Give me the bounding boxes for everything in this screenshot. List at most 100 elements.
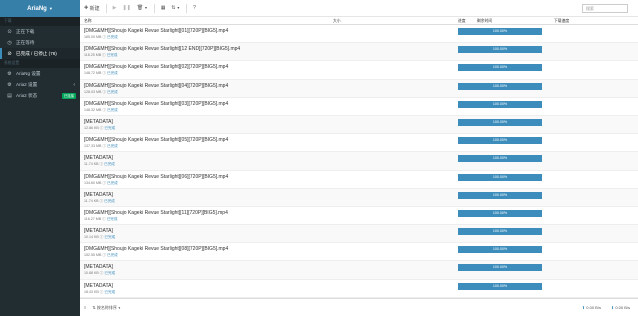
task-name[interactable]: [METADATA] <box>84 283 113 289</box>
nav-waiting[interactable]: ◷ 正在等待 <box>0 37 80 48</box>
column-header-progress[interactable]: 进度 <box>458 19 466 24</box>
task-meta: 10.88 KB ⓘ 已完成 <box>84 271 115 276</box>
task-status-link[interactable]: 已完成 <box>107 181 118 185</box>
progress-fill: 100.00% <box>458 228 542 236</box>
task-name[interactable]: [METADATA] <box>84 228 113 234</box>
task-status-link[interactable]: 已完成 <box>107 217 118 221</box>
task-status-link[interactable]: 已完成 <box>104 162 115 166</box>
task-name[interactable]: [DMG&MH][Shoujo Kageki Revue Starlight][… <box>84 83 228 89</box>
task-status-link[interactable]: 已完成 <box>107 71 118 75</box>
task-row[interactable]: [DMG&MH][Shoujo Kageki Revue Starlight][… <box>80 171 638 189</box>
task-row[interactable]: [METADATA] 10.14 KB ⓘ 已完成 100.00% <box>80 225 638 244</box>
list-icon[interactable]: ≡ <box>84 305 86 310</box>
play-circle-icon: ⊙ <box>7 28 12 35</box>
task-status-link[interactable]: 已完成 <box>104 290 115 294</box>
task-list: [DMG&MH][Shoujo Kageki Revue Starlight][… <box>80 25 638 298</box>
start-button[interactable]: ▶ <box>113 5 117 11</box>
task-status-link[interactable]: 已完成 <box>107 53 118 57</box>
help-button[interactable]: ? <box>193 5 196 11</box>
task-name[interactable]: [DMG&MH][Shoujo Kageki Revue Starlight][… <box>84 137 228 143</box>
status-badge: 已连接 <box>61 92 76 99</box>
task-meta: 152.55 MB ⓘ 已完成 <box>84 253 118 258</box>
info-icon: ⓘ <box>102 144 106 149</box>
brand-logo[interactable]: AriaNg ▼ <box>0 0 80 17</box>
nav-aria2-status[interactable]: ▤ Aria2 状态 已连接 <box>0 90 80 101</box>
progress-fill: 100.00% <box>458 282 542 290</box>
task-meta: 116.27 MB ⓘ 已完成 <box>84 217 118 222</box>
progress-fill: 100.00% <box>458 264 542 272</box>
task-name[interactable]: [METADATA] <box>84 192 113 198</box>
task-row[interactable]: [DMG&MH][Shoujo Kageki Revue Starlight][… <box>80 61 638 80</box>
search-input[interactable]: 搜索 <box>582 4 628 13</box>
sort-selector[interactable]: ⇅ 按名称排序 ▼ <box>92 305 120 311</box>
pause-button[interactable]: ❚❚ <box>122 5 130 11</box>
task-status-link[interactable]: 已完成 <box>107 90 118 94</box>
task-row[interactable]: [DMG&MH][Shoujo Kageki Revue Starlight][… <box>80 207 638 226</box>
column-header-size[interactable]: 大小 <box>333 19 341 24</box>
toolbar: ✚ 新建 ▶ ❚❚ 🗑 ▼ ▦ ⇅ ▼ ? 搜索 <box>80 0 638 17</box>
nav-aria2-settings[interactable]: ⚙ Aria2 设置 ‹ <box>0 79 80 90</box>
task-row[interactable]: [METADATA] 11.74 KB ⓘ 已完成 100.00% <box>80 152 638 171</box>
task-status-link[interactable]: 已完成 <box>107 253 118 257</box>
new-task-button[interactable]: ✚ 新建 <box>84 5 100 12</box>
info-icon: ⓘ <box>99 235 104 240</box>
column-header-speed[interactable]: 下载速度 <box>554 19 569 24</box>
task-meta: 18.43 KB ⓘ 已完成 <box>84 290 115 295</box>
task-status-link[interactable]: 已完成 <box>104 235 115 239</box>
task-status-link[interactable]: 已完成 <box>107 35 118 39</box>
delete-button[interactable]: 🗑 ▼ <box>137 5 148 11</box>
task-status-link[interactable]: 已完成 <box>104 126 115 130</box>
task-row[interactable]: [DMG&MH][Shoujo Kageki Revue Starlight][… <box>80 243 638 262</box>
task-size: 10.14 KB <box>84 235 99 240</box>
gear-icon: ⚙ <box>7 70 12 77</box>
info-icon: ⓘ <box>102 89 106 94</box>
task-row[interactable]: [DMG&MH][Shoujo Kageki Revue Starlight][… <box>80 43 638 62</box>
nav-stopped[interactable]: ⊘ 已完成 / 已停止 (76) <box>0 48 80 59</box>
task-status-link[interactable]: 已完成 <box>104 271 115 275</box>
task-name[interactable]: [METADATA] <box>84 155 113 161</box>
nav-downloading[interactable]: ⊙ 正在下载 <box>0 26 80 37</box>
task-row[interactable]: [DMG&MH][Shoujo Kageki Revue Starlight][… <box>80 25 638 44</box>
progress-fill: 100.00% <box>458 173 542 181</box>
clock-icon: ◷ <box>7 39 12 46</box>
task-name[interactable]: [DMG&MH][Shoujo Kageki Revue Starlight][… <box>84 174 228 180</box>
progress-bar: 100.00% <box>458 155 542 163</box>
task-row[interactable]: [METADATA] 10.88 KB ⓘ 已完成 100.00% <box>80 261 638 280</box>
task-status-link[interactable]: 已完成 <box>107 108 118 112</box>
task-name[interactable]: [METADATA] <box>84 119 113 125</box>
cogs-icon: ⚙ <box>7 81 12 88</box>
info-icon: ⓘ <box>99 162 104 167</box>
task-name[interactable]: [DMG&MH][Shoujo Kageki Revue Starlight][… <box>84 64 228 70</box>
nav-downloading-label: 正在下载 <box>16 28 35 34</box>
task-name[interactable]: [DMG&MH][Shoujo Kageki Revue Starlight][… <box>84 28 228 34</box>
task-row[interactable]: [DMG&MH][Shoujo Kageki Revue Starlight][… <box>80 98 638 116</box>
task-name[interactable]: [DMG&MH][Shoujo Kageki Revue Starlight][… <box>84 101 228 107</box>
task-row[interactable]: [DMG&MH][Shoujo Kageki Revue Starlight][… <box>80 134 638 153</box>
nav-ariang-settings[interactable]: ⚙ AriaNg 设置 <box>0 68 80 79</box>
sort-button[interactable]: ⇅ ▼ <box>171 5 180 11</box>
nav-aria2-status-label: Aria2 状态 <box>16 92 38 98</box>
view-toggle-button[interactable]: ▦ <box>161 5 166 11</box>
toolbar-divider <box>186 3 188 13</box>
task-name[interactable]: [DMG&MH][Shoujo Kageki Revue Starlight][… <box>84 246 228 252</box>
task-status-link[interactable]: 已完成 <box>104 199 115 203</box>
table-header: 名称 大小 进度 剩余时间 下载速度 <box>80 17 638 25</box>
task-row[interactable]: [METADATA] 18.43 KB ⓘ 已完成 100.00% <box>80 280 638 298</box>
task-name[interactable]: [DMG&MH][Shoujo Kageki Revue Starlight][… <box>84 46 240 52</box>
check-circle-icon: ⊘ <box>7 50 12 57</box>
nav-stopped-label: 已完成 / 已停止 (76) <box>16 50 57 56</box>
task-size: 134.60 MB <box>84 180 102 185</box>
caret-down-icon: ▼ <box>144 6 148 10</box>
task-row[interactable]: [METADATA] 12.86 KB ⓘ 已完成 100.00% <box>80 115 638 135</box>
task-size: 128.03 MB <box>84 89 102 94</box>
task-name[interactable]: [DMG&MH][Shoujo Kageki Revue Starlight][… <box>84 210 228 216</box>
section-header-settings: 系统设置 <box>0 59 80 68</box>
task-name[interactable]: [METADATA] <box>84 264 113 270</box>
plus-icon: ✚ <box>84 5 89 11</box>
column-header-remaining[interactable]: 剩余时间 <box>477 19 492 24</box>
caret-down-icon: ▼ <box>48 6 53 11</box>
column-header-name[interactable]: 名称 <box>84 19 92 24</box>
task-row[interactable]: [METADATA] 11.74 KB ⓘ 已完成 100.00% <box>80 188 638 207</box>
task-row[interactable]: [DMG&MH][Shoujo Kageki Revue Starlight][… <box>80 79 638 98</box>
task-status-link[interactable]: 已完成 <box>107 144 118 148</box>
